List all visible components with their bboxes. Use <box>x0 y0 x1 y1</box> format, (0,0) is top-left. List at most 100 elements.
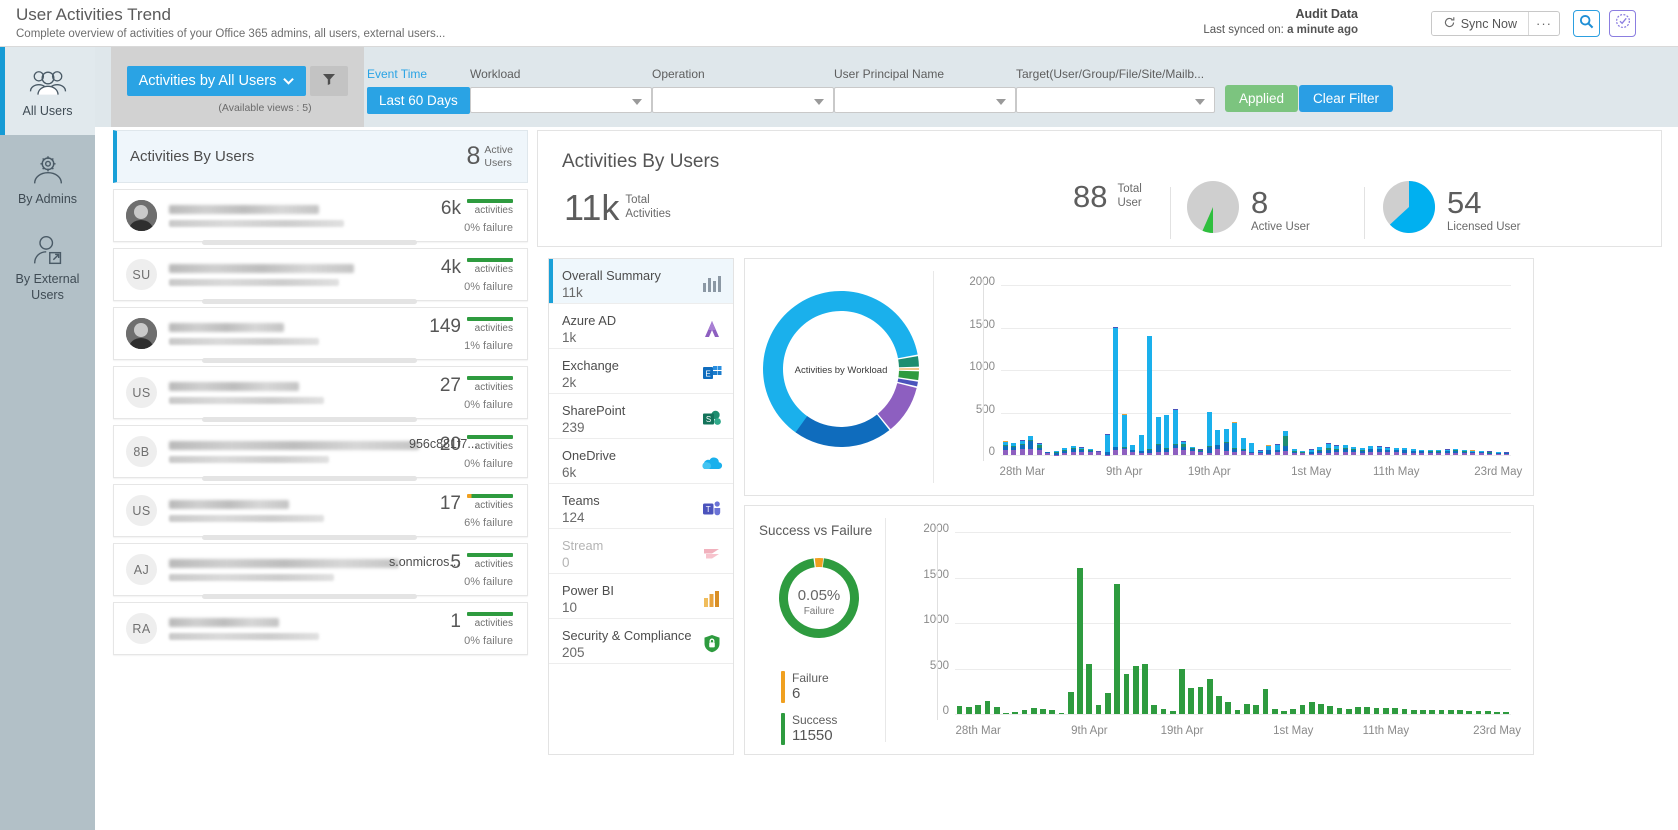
bar[interactable] <box>1479 451 1484 455</box>
success-trend-bar-chart[interactable]: 050010001500200028th Mar9th Apr19th Apr1… <box>895 514 1525 748</box>
bar[interactable] <box>1241 438 1246 455</box>
bar[interactable] <box>1496 452 1501 455</box>
bar[interactable] <box>1368 446 1373 455</box>
bar[interactable] <box>1198 449 1203 455</box>
bar[interactable] <box>1114 584 1120 714</box>
bar[interactable] <box>1147 336 1152 455</box>
view-selector-button[interactable]: Activities by All Users <box>127 66 307 96</box>
bar[interactable] <box>1077 568 1083 714</box>
bar[interactable] <box>1429 710 1435 714</box>
row-scroll-indicator[interactable] <box>202 476 417 481</box>
user-list-item[interactable]: US17activities6% failure <box>113 484 528 537</box>
bar[interactable] <box>1300 451 1305 455</box>
bar[interactable] <box>1096 705 1102 714</box>
bar[interactable] <box>1181 441 1186 455</box>
workload-list-item[interactable]: Power BI10 <box>549 574 733 619</box>
sidebar-item-by-admins[interactable]: By Admins <box>0 135 95 223</box>
bar[interactable] <box>1309 449 1314 455</box>
bar[interactable] <box>1504 452 1509 455</box>
workload-list-item[interactable]: OneDrive6k <box>549 439 733 484</box>
bar[interactable] <box>1059 713 1065 714</box>
bar[interactable] <box>1020 440 1025 455</box>
bar[interactable] <box>1364 707 1370 714</box>
bar[interactable] <box>1096 451 1101 455</box>
bar[interactable] <box>1355 707 1361 714</box>
bar[interactable] <box>1436 450 1441 455</box>
bar[interactable] <box>957 706 963 714</box>
bar[interactable] <box>1249 443 1254 455</box>
bar[interactable] <box>1402 709 1408 714</box>
bar[interactable] <box>1003 713 1009 714</box>
bar[interactable] <box>1049 710 1055 714</box>
activities-by-workload-donut[interactable]: Activities by Workload <box>757 277 927 477</box>
bar[interactable] <box>1062 448 1067 455</box>
bar[interactable] <box>1309 702 1315 714</box>
bar[interactable] <box>1068 692 1074 714</box>
user-list-item[interactable]: AJs.onmicros...5activities0% failure <box>113 543 528 596</box>
applied-button[interactable]: Applied <box>1225 85 1298 112</box>
bar[interactable] <box>1224 429 1229 455</box>
bar[interactable] <box>1190 447 1195 455</box>
bar[interactable] <box>1476 711 1482 714</box>
sync-now-button[interactable]: Sync Now <box>1432 12 1529 35</box>
row-scroll-indicator[interactable] <box>202 594 417 599</box>
bar[interactable] <box>1164 415 1169 455</box>
bar[interactable] <box>1225 702 1231 714</box>
bar[interactable] <box>1275 444 1280 455</box>
bar[interactable] <box>1411 710 1417 714</box>
bar[interactable] <box>1037 443 1042 455</box>
clear-filter-button[interactable]: Clear Filter <box>1299 85 1393 112</box>
bar[interactable] <box>966 707 972 714</box>
bar[interactable] <box>1377 446 1382 455</box>
row-scroll-indicator[interactable] <box>202 535 417 540</box>
workload-list-item[interactable]: Security & Compliance205 <box>549 619 733 664</box>
bar[interactable] <box>1003 441 1008 455</box>
row-scroll-indicator[interactable] <box>202 417 417 422</box>
bar[interactable] <box>1139 435 1144 455</box>
bar[interactable] <box>1346 709 1352 714</box>
bar[interactable] <box>1079 447 1084 455</box>
bar[interactable] <box>1334 445 1339 455</box>
bar[interactable] <box>1198 687 1204 714</box>
bar[interactable] <box>1439 710 1445 714</box>
bar[interactable] <box>1253 705 1259 714</box>
bar[interactable] <box>1394 448 1399 455</box>
bar[interactable] <box>1045 452 1050 455</box>
bar[interactable] <box>1113 327 1118 455</box>
bar[interactable] <box>1170 711 1176 714</box>
bar[interactable] <box>1105 693 1111 714</box>
bar[interactable] <box>1105 434 1110 455</box>
bar[interactable] <box>1012 712 1018 714</box>
bar[interactable] <box>1392 708 1398 714</box>
bar[interactable] <box>1419 449 1424 455</box>
bar[interactable] <box>1466 711 1472 714</box>
bar[interactable] <box>985 701 991 714</box>
bar[interactable] <box>1445 449 1450 455</box>
bar[interactable] <box>1503 712 1509 714</box>
row-scroll-indicator[interactable] <box>202 240 417 245</box>
bar[interactable] <box>1130 445 1135 455</box>
bar[interactable] <box>1420 710 1426 714</box>
bar[interactable] <box>1122 414 1127 455</box>
workload-list-item[interactable]: Azure AD1k <box>549 304 733 349</box>
bar[interactable] <box>1360 448 1365 455</box>
bar[interactable] <box>975 705 981 714</box>
bar[interactable] <box>1031 708 1037 714</box>
bar[interactable] <box>1151 705 1157 714</box>
workload-list-item[interactable]: Overall Summary11k <box>549 259 733 304</box>
bar[interactable] <box>1411 449 1416 455</box>
bar[interactable] <box>994 707 1000 714</box>
user-list-item[interactable]: 6kactivities0% failure <box>113 189 528 242</box>
bar[interactable] <box>1300 705 1306 714</box>
bar[interactable] <box>1179 669 1185 715</box>
user-list-item[interactable]: US27activities0% failure <box>113 366 528 419</box>
workload-list-item[interactable]: Stream0 <box>549 529 733 574</box>
operation-select[interactable] <box>652 87 834 113</box>
bar[interactable] <box>1383 708 1389 714</box>
sidebar-item-all-users[interactable]: All Users <box>0 47 95 135</box>
bar[interactable] <box>1215 430 1220 455</box>
more-options-button[interactable]: ··· <box>1529 12 1559 35</box>
bar[interactable] <box>1161 709 1167 714</box>
user-list-item[interactable]: SU4kactivities0% failure <box>113 248 528 301</box>
filter-funnel-button[interactable] <box>310 66 348 96</box>
